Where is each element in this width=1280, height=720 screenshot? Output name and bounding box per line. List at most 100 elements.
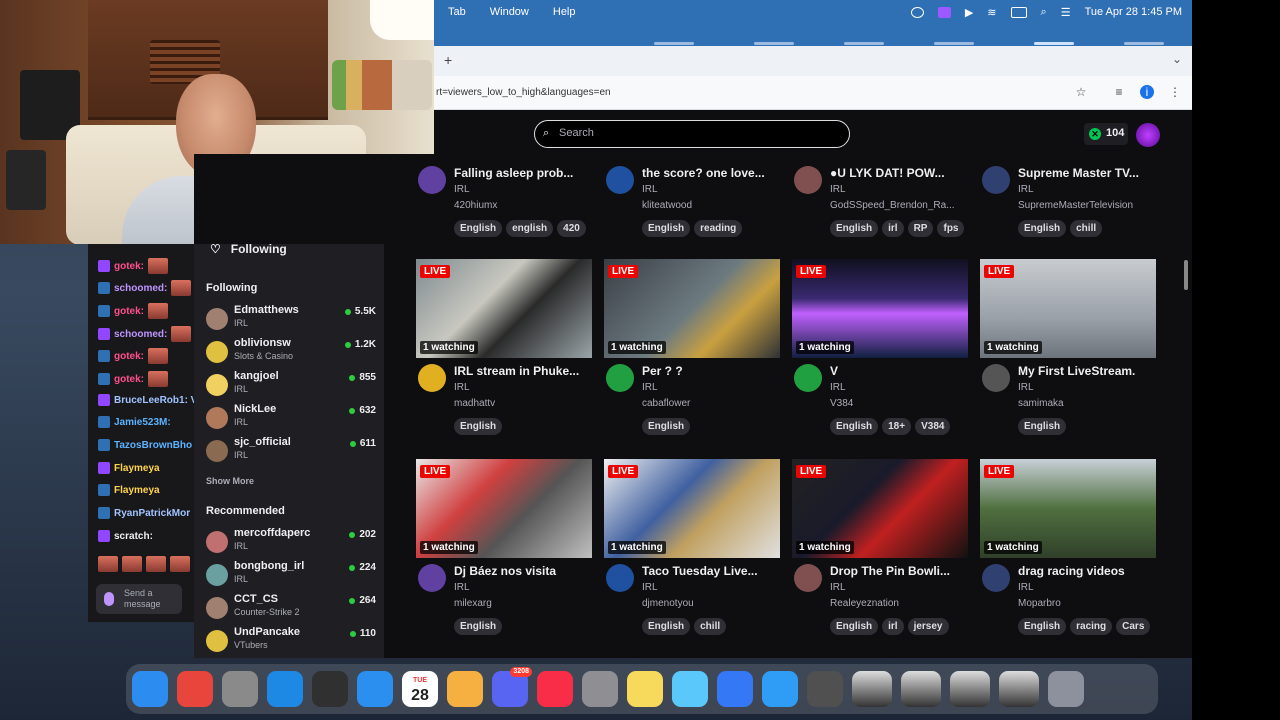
spotlight-search-icon[interactable]: ⌕ [1041, 6, 1047, 19]
screen-record-icon[interactable] [937, 6, 951, 18]
tag-chip[interactable]: Cars [1116, 618, 1151, 635]
tag-chip[interactable]: english [506, 220, 554, 237]
launchpad-icon[interactable] [222, 671, 258, 707]
wifi-icon[interactable]: ≋ [987, 6, 996, 19]
channel-avatar[interactable] [606, 564, 634, 592]
stream-card[interactable]: Falling asleep prob... IRL 420hiumx English… [416, 160, 604, 250]
stream-title[interactable]: the score? one love... [642, 166, 792, 180]
sidebar-item-kangjoel[interactable]: kangjoel IRL 855 [204, 370, 376, 400]
bookmark-star-icon[interactable]: ☆ [1074, 85, 1088, 99]
menu-help[interactable]: Help [553, 6, 576, 18]
calendar-icon[interactable]: TUE 28 [402, 671, 438, 707]
tag-chip[interactable]: 420 [557, 220, 586, 237]
channel-name[interactable]: 420hiumx [454, 200, 604, 211]
stream-category[interactable]: IRL [642, 582, 658, 593]
stream-category[interactable]: IRL [1018, 582, 1034, 593]
safari-icon[interactable] [267, 671, 303, 707]
stream-category[interactable]: IRL [830, 582, 846, 593]
tag-chip[interactable]: English [642, 418, 691, 435]
stream-thumbnail[interactable]: LIVE 1 watching [980, 459, 1156, 558]
browser-tab[interactable] [754, 42, 794, 45]
channel-name[interactable]: GodSSpeed_Brendon_Ra... [830, 200, 980, 211]
tag-chip[interactable]: V384 [915, 418, 951, 435]
tag-chip[interactable]: English [454, 418, 503, 435]
tag-chip[interactable]: English [454, 220, 503, 237]
stream-thumbnail[interactable]: LIVE 1 watching [792, 259, 968, 358]
channel-name[interactable]: Moparbro [1018, 598, 1168, 609]
channel-avatar[interactable] [982, 564, 1010, 592]
settings-icon[interactable] [582, 671, 618, 707]
stream-card[interactable]: LIVE 1 watching Taco Tuesday Live... IRL djm… [604, 459, 792, 658]
stream-title[interactable]: Dj Báez nos visita [454, 564, 604, 578]
tag-chip[interactable]: fps [937, 220, 965, 237]
stream-category[interactable]: IRL [830, 184, 846, 195]
avatar[interactable] [1136, 123, 1160, 147]
chat-username[interactable]: gotek: [114, 374, 144, 385]
battery-icon[interactable] [1010, 6, 1027, 18]
chat-username[interactable]: schoomed: [114, 283, 167, 294]
channel-name[interactable]: madhattv [454, 398, 604, 409]
channel-avatar[interactable] [418, 364, 446, 392]
chat-username[interactable]: BruceLeeRob1: VIEW [114, 395, 194, 406]
chat-username[interactable]: gotek: [114, 306, 144, 317]
stream-title[interactable]: ●U LYK DAT! POW... [830, 166, 980, 180]
stream-category[interactable]: IRL [1018, 382, 1034, 393]
channel-avatar[interactable] [794, 564, 822, 592]
dock-window-thumb[interactable] [901, 671, 941, 707]
channel-avatar[interactable] [418, 166, 446, 194]
tag-chip[interactable]: 18+ [882, 418, 912, 435]
stream-thumbnail[interactable]: LIVE 1 watching [980, 259, 1156, 358]
chat-username[interactable]: Jamie523M: [114, 417, 171, 428]
channel-name[interactable]: SupremeMasterTelevision [1018, 200, 1168, 211]
channel-avatar[interactable] [794, 166, 822, 194]
stream-category[interactable]: IRL [642, 184, 658, 195]
stream-card[interactable]: LIVE 1 watching My First LiveStream. IRL sam… [980, 259, 1168, 458]
sidebar-header-label[interactable]: Following [231, 242, 287, 256]
stream-card[interactable]: ●U LYK DAT! POW... IRL GodSSpeed_Brendon_R… [792, 160, 980, 250]
chat-input[interactable]: Send a message [96, 584, 182, 614]
channel-avatar[interactable] [794, 364, 822, 392]
tag-chip[interactable]: English [830, 618, 879, 635]
stream-thumbnail[interactable]: LIVE 1 watching [604, 459, 780, 558]
channel-avatar[interactable] [982, 166, 1010, 194]
new-tab-icon[interactable]: + [444, 52, 452, 68]
stream-card[interactable]: Supreme Master TV... IRL SupremeMasterTele… [980, 160, 1168, 250]
browser-tab[interactable] [844, 42, 884, 45]
chat-username[interactable]: gotek: [114, 261, 144, 272]
search-input[interactable]: ⌕ Search [534, 120, 850, 148]
tag-chip[interactable]: English [454, 618, 503, 635]
stream-title[interactable]: Per ? ? [642, 364, 792, 378]
stream-title[interactable]: Taco Tuesday Live... [642, 564, 792, 578]
chat-username[interactable]: scratch: [114, 531, 153, 542]
chat-username[interactable]: Flaymeya [114, 463, 160, 474]
stream-thumbnail[interactable]: LIVE 1 watching [416, 459, 592, 558]
stream-card[interactable]: LIVE 1 watching IRL stream in Phuke... IRL m… [416, 259, 604, 458]
mail-icon[interactable] [357, 671, 393, 707]
chat-username[interactable]: gotek: [114, 351, 144, 362]
tag-chip[interactable]: English [642, 220, 691, 237]
tag-chip[interactable]: English [1018, 418, 1067, 435]
stream-category[interactable]: IRL [830, 382, 846, 393]
stream-title[interactable]: V [830, 364, 980, 378]
channel-avatar[interactable] [982, 364, 1010, 392]
tag-chip[interactable]: chill [694, 618, 727, 635]
tag-chip[interactable]: reading [694, 220, 743, 237]
menu-tab[interactable]: Tab [448, 6, 466, 18]
stream-title[interactable]: Supreme Master TV... [1018, 166, 1168, 180]
tag-chip[interactable]: jersey [907, 618, 949, 635]
screen-share-icon[interactable] [910, 6, 924, 18]
tag-chip[interactable]: RP [907, 220, 934, 237]
sidebar-item-undpancake[interactable]: UndPancake VTubers 110 [204, 626, 376, 656]
show-more-link[interactable]: Show More [206, 476, 254, 486]
play-icon[interactable]: ▶ [965, 6, 973, 19]
stream-card[interactable]: the score? one love... IRL kliteatwood Engl… [604, 160, 792, 250]
tag-chip[interactable]: English [1018, 220, 1067, 237]
discord-icon[interactable]: 3208 [492, 667, 532, 707]
chat-username[interactable]: Flaymeya [114, 485, 160, 496]
calculator-icon[interactable] [807, 671, 843, 707]
stream-thumbnail[interactable]: LIVE 1 watching [416, 259, 592, 358]
sidebar-item-nicklee[interactable]: NickLee IRL 632 [204, 403, 376, 433]
tag-chip[interactable]: irl [882, 220, 904, 237]
channel-avatar[interactable] [418, 564, 446, 592]
finder-icon[interactable] [132, 671, 168, 707]
